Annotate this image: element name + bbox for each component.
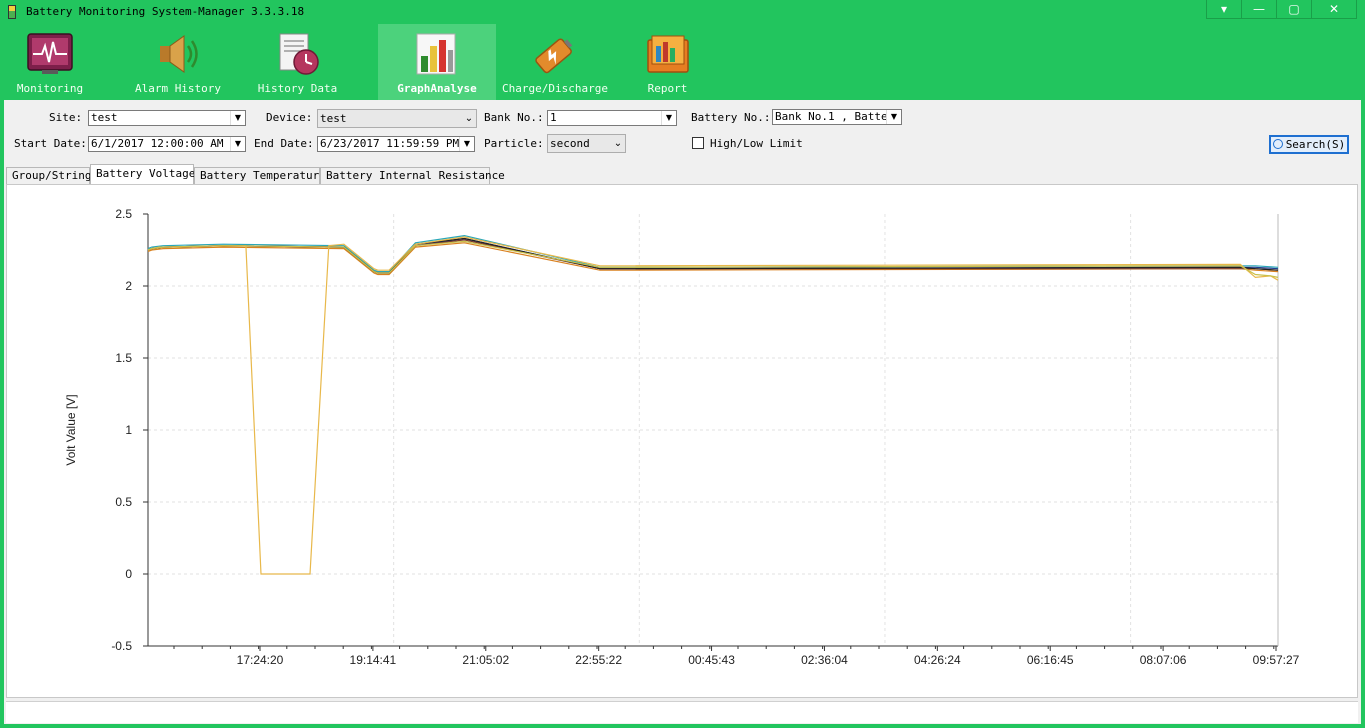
end-date-value: 6/23/2017 11:59:59 PM	[320, 137, 460, 150]
series-line	[147, 242, 1279, 276]
voltage-chart: 2.5 2 1.5 1 0.5 0 -0.5 17:24:20 19:14:41 21:05:02…	[64, 207, 1300, 667]
y-tick-label: 1	[125, 423, 132, 437]
x-tick-label: 04:26:24	[914, 653, 961, 667]
battery-value: Bank No.1 , Battery	[775, 110, 901, 123]
chevron-down-icon: ⌄	[611, 135, 625, 152]
y-tick-label: 0.5	[115, 495, 132, 509]
x-tick-label: 09:57:27	[1253, 653, 1300, 667]
close-icon[interactable]: ✕	[1311, 0, 1356, 18]
toolbar-label: History Data	[257, 82, 338, 95]
site-label: Site:	[49, 111, 83, 124]
toolbar-alarm-history[interactable]: Alarm History	[128, 24, 228, 100]
x-tick-label: 19:14:41	[350, 653, 397, 667]
particle-label: Particle:	[484, 137, 544, 150]
window-border-left	[0, 100, 4, 728]
y-tick-label: 0	[125, 567, 132, 581]
device-select[interactable]: test ⌄	[317, 109, 477, 128]
menu-dropdown-icon[interactable]: ▾	[1207, 0, 1241, 18]
site-value: test	[91, 111, 118, 124]
series-line	[147, 237, 1279, 274]
search-icon	[1272, 139, 1283, 149]
y-axis-label: Volt Value [V]	[64, 394, 78, 465]
x-tick-label: 02:36:04	[801, 653, 848, 667]
status-bar	[6, 701, 1358, 723]
x-tick-label: 17:24:20	[237, 653, 284, 667]
window-controls: ▾ — ▢ ✕	[1206, 0, 1357, 19]
report-book-icon	[646, 35, 689, 73]
search-button-label: Search(S)	[1285, 138, 1346, 151]
bank-select[interactable]: 1 ▼	[547, 110, 677, 126]
chevron-down-icon: ▼	[886, 110, 901, 124]
start-date-value: 6/1/2017 12:00:00 AM	[91, 137, 224, 150]
toolbar-label: GraphAnalyse	[397, 82, 477, 95]
device-label: Device:	[266, 111, 313, 124]
tab-group-string[interactable]: Group/String	[6, 167, 91, 184]
toolbar-monitoring[interactable]: Monitoring	[0, 24, 100, 100]
toolbar-label: Report	[647, 82, 688, 95]
chevron-down-icon: ⌄	[462, 110, 476, 127]
tab-battery-voltage[interactable]: Battery Voltage	[90, 164, 195, 185]
x-tick-label: 06:16:45	[1027, 653, 1074, 667]
tab-battery-internal-resistance[interactable]: Battery Internal Resistance	[320, 167, 505, 184]
toolbar-charge-discharge[interactable]: Charge/Discharge	[500, 24, 610, 100]
device-value: test	[320, 112, 347, 125]
maximize-icon[interactable]: ▢	[1276, 0, 1311, 18]
toolbar-label: Alarm History	[134, 82, 222, 95]
tab-battery-temperature[interactable]: Battery Temperature	[194, 167, 326, 184]
chevron-down-icon: ▼	[230, 137, 245, 151]
y-tick-label: 1.5	[115, 351, 132, 365]
end-date-label: End Date:	[254, 137, 314, 150]
x-tick-label: 22:55:22	[575, 653, 622, 667]
chevron-down-icon: ▼	[459, 137, 474, 151]
site-select[interactable]: test ▼	[88, 110, 246, 126]
window-border-bottom	[0, 724, 1365, 728]
y-tick-label: 2.5	[115, 207, 132, 221]
x-tick-label: 21:05:02	[462, 653, 509, 667]
bank-value: 1	[550, 111, 557, 124]
start-date-label: Start Date:	[14, 137, 87, 150]
x-tick-label: 00:45:43	[688, 653, 735, 667]
high-low-limit-label: High/Low Limit	[710, 137, 803, 150]
series-line	[147, 236, 1279, 575]
particle-value: second	[550, 137, 590, 150]
battery-app-icon	[8, 5, 16, 19]
bar-chart-icon	[416, 33, 456, 75]
y-tick-label: 2	[125, 279, 132, 293]
high-low-limit-checkbox[interactable]	[692, 137, 704, 149]
search-button[interactable]: Search(S)	[1269, 135, 1349, 154]
chevron-down-icon: ▼	[661, 111, 676, 125]
bank-label: Bank No.:	[484, 111, 544, 124]
toolbar-history-data[interactable]: History Data	[250, 24, 345, 100]
minimize-icon[interactable]: —	[1241, 0, 1276, 18]
chevron-down-icon: ▼	[230, 111, 245, 125]
title-bar: Battery Monitoring System-Manager 3.3.3.…	[0, 0, 1365, 24]
monitor-icon	[27, 33, 73, 74]
document-clock-icon	[279, 33, 319, 75]
toolbar-label: Charge/Discharge	[502, 82, 608, 95]
particle-select[interactable]: second ⌄	[547, 134, 626, 153]
toolbar-graph-analyse[interactable]: GraphAnalyse	[378, 24, 496, 100]
end-date-picker[interactable]: 6/23/2017 11:59:59 PM ▼	[317, 136, 475, 152]
battery-select[interactable]: Bank No.1 , Battery ▼	[772, 109, 902, 125]
toolbar-label: Monitoring	[16, 82, 84, 95]
series-line	[147, 240, 1279, 278]
speaker-alarm-icon	[160, 35, 198, 73]
window-title: Battery Monitoring System-Manager 3.3.3.…	[26, 5, 305, 18]
window-border-right	[1361, 100, 1365, 728]
main-toolbar: Monitoring Alarm History History Data Gr…	[0, 24, 1365, 100]
toolbar-report[interactable]: Report	[625, 24, 710, 100]
battery-label: Battery No.:	[691, 111, 771, 124]
x-tick-label: 08:07:06	[1140, 653, 1187, 667]
y-tick-label: -0.5	[111, 639, 132, 653]
start-date-picker[interactable]: 6/1/2017 12:00:00 AM ▼	[88, 136, 246, 152]
battery-charge-icon	[535, 38, 573, 74]
